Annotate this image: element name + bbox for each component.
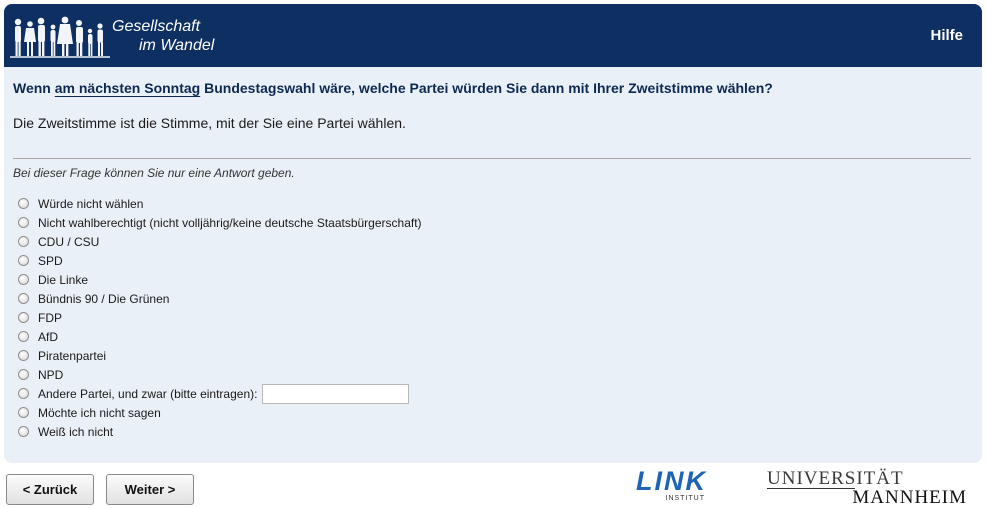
option-label: SPD <box>38 253 63 268</box>
option-nicht-wahlberechtigt[interactable]: Nicht wahlberechtigt (nicht volljährig/k… <box>18 213 422 232</box>
survey-panel: Gesellschaft im Wandel Hilfe Wenn am näc… <box>4 4 982 463</box>
logo-line-2: im Wandel <box>139 37 215 54</box>
radio-button[interactable] <box>18 407 29 418</box>
radio-button[interactable] <box>18 236 29 247</box>
option-weiss-nicht[interactable]: Weiß ich nicht <box>18 422 422 441</box>
answer-options: Würde nicht wählen Nicht wahlberechtigt … <box>18 194 422 441</box>
option-npd[interactable]: NPD <box>18 365 422 384</box>
option-label: Bündnis 90 / Die Grünen <box>38 291 170 306</box>
option-andere-partei[interactable]: Andere Partei, und zwar (bitte eintragen… <box>18 383 422 404</box>
option-label: Piratenpartei <box>38 348 107 363</box>
option-label: Möchte ich nicht sagen <box>38 405 161 420</box>
question-explanation: Die Zweitstimme ist die Stimme, mit der … <box>13 115 406 131</box>
question-post: Bundestagswahl wäre, welche Partei würde… <box>200 80 773 96</box>
radio-button[interactable] <box>18 331 29 342</box>
option-label: CDU / CSU <box>38 234 100 249</box>
option-label: AfD <box>38 329 59 344</box>
option-afd[interactable]: AfD <box>18 327 422 346</box>
answer-instruction: Bei dieser Frage können Sie nur eine Ant… <box>13 166 295 180</box>
link-logo-sub: INSTITUT <box>665 495 705 502</box>
header-bar: Gesellschaft im Wandel Hilfe <box>4 4 982 67</box>
radio-button[interactable] <box>18 426 29 437</box>
option-die-linke[interactable]: Die Linke <box>18 270 422 289</box>
option-gruene[interactable]: Bündnis 90 / Die Grünen <box>18 289 422 308</box>
option-spd[interactable]: SPD <box>18 251 422 270</box>
radio-button[interactable] <box>18 255 29 266</box>
radio-button[interactable] <box>18 350 29 361</box>
link-logo-word: LINK <box>636 466 707 496</box>
divider <box>13 158 971 159</box>
option-moechte-nicht-sagen[interactable]: Möchte ich nicht sagen <box>18 403 422 422</box>
help-link[interactable]: Hilfe <box>930 27 963 44</box>
logo-line-1: Gesellschaft <box>112 18 201 35</box>
option-label: NPD <box>38 367 64 382</box>
radio-button[interactable] <box>18 198 29 209</box>
option-label: Nicht wahlberechtigt (nicht volljährig/k… <box>38 215 422 230</box>
option-piratenpartei[interactable]: Piratenpartei <box>18 346 422 365</box>
option-label: FDP <box>38 310 62 325</box>
other-party-input[interactable] <box>262 383 410 404</box>
back-button[interactable]: < Zurück <box>6 474 94 505</box>
radio-button[interactable] <box>18 369 29 380</box>
uni-logo-line-2: MANNHEIM <box>852 487 967 508</box>
radio-button[interactable] <box>18 388 29 399</box>
link-institut-logo: LINK INSTITUT <box>636 466 707 503</box>
radio-button[interactable] <box>18 312 29 323</box>
people-silhouettes-icon <box>10 16 110 58</box>
radio-button[interactable] <box>18 293 29 304</box>
option-label: Die Linke <box>38 272 89 287</box>
option-cdu-csu[interactable]: CDU / CSU <box>18 232 422 251</box>
next-button[interactable]: Weiter > <box>106 474 194 505</box>
option-label: Würde nicht wählen <box>38 196 144 211</box>
site-logo-text: Gesellschaft im Wandel <box>112 17 214 55</box>
uni-mannheim-logo: UNIVERSITÄT MANNHEIM <box>767 469 967 507</box>
radio-button[interactable] <box>18 217 29 228</box>
question-emphasis: am nächsten Sonntag <box>54 80 201 96</box>
radio-button[interactable] <box>18 274 29 285</box>
option-wuerde-nicht-waehlen[interactable]: Würde nicht wählen <box>18 194 422 213</box>
question-pre: Wenn <box>13 80 55 96</box>
option-label: Andere Partei, und zwar (bitte eintragen… <box>38 386 258 401</box>
question-text: Wenn am nächsten Sonntag Bundestagswahl … <box>13 80 963 96</box>
option-fdp[interactable]: FDP <box>18 308 422 327</box>
uni-logo-line-1: UNIVERSITÄT <box>767 468 904 489</box>
option-label: Weiß ich nicht <box>38 424 114 439</box>
uni-logo-rule <box>767 488 855 489</box>
